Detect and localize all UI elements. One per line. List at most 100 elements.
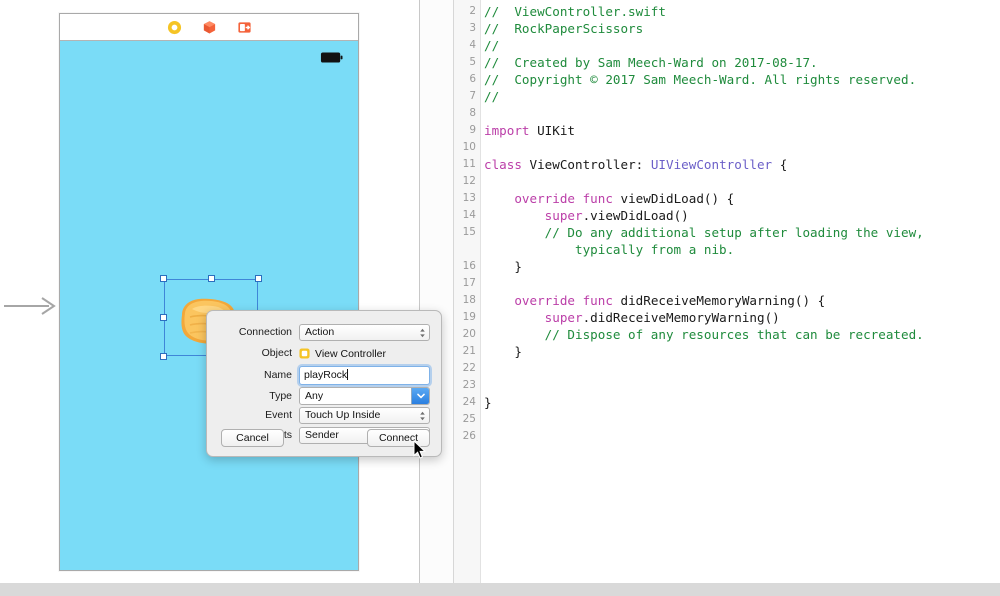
view-controller-scene[interactable] bbox=[59, 13, 359, 571]
resize-handle-bottom-left[interactable] bbox=[160, 353, 167, 360]
code-line-text: override func didReceiveMemoryWarning() … bbox=[484, 292, 825, 309]
code-token: override func bbox=[514, 191, 613, 206]
code-line: 19 super.didReceiveMemoryWarning() bbox=[454, 309, 1000, 326]
line-number: 6 bbox=[469, 73, 476, 85]
name-input[interactable]: playRock bbox=[299, 365, 430, 385]
row-object: Object View Controller bbox=[207, 345, 441, 362]
line-number: 22 bbox=[462, 362, 476, 374]
cancel-button[interactable]: Cancel bbox=[221, 429, 284, 447]
type-combobox[interactable]: Any bbox=[299, 387, 430, 405]
xcode-window: Connection Action Object View Controller… bbox=[0, 0, 1000, 596]
code-line: 24} bbox=[454, 394, 1000, 411]
row-event: Event Touch Up Inside bbox=[207, 407, 441, 424]
line-number: 11 bbox=[462, 158, 476, 170]
code-line-text: // ViewController.swift bbox=[484, 3, 666, 20]
code-token: // Created by Sam Meech-Ward on 2017-08-… bbox=[484, 55, 818, 70]
code-line: 11 class ViewController: UIViewController… bbox=[454, 156, 1000, 173]
line-number: 21 bbox=[462, 345, 476, 357]
line-number: 4 bbox=[469, 39, 476, 51]
code-line-text: } bbox=[484, 258, 522, 275]
code-line: 13 override func viewDidLoad() { bbox=[454, 190, 1000, 207]
window-bottom-bar bbox=[0, 583, 1000, 596]
text-caret bbox=[347, 368, 349, 380]
line-number: 15 bbox=[462, 226, 476, 238]
code-token: { bbox=[772, 157, 788, 172]
code-line: 21 } bbox=[454, 343, 1000, 360]
initial-view-controller-arrow bbox=[4, 297, 56, 315]
code-line-text: class ViewController: UIViewController { bbox=[484, 156, 787, 173]
code-line-text: } bbox=[484, 394, 492, 411]
code-token: // Do any additional setup after loading… bbox=[544, 225, 924, 257]
code-token: // Copyright © 2017 Sam Meech-Ward. All … bbox=[484, 72, 917, 87]
connection-select[interactable]: Action bbox=[299, 324, 430, 341]
row-name: Name playRock bbox=[207, 365, 441, 385]
code-line-text: } bbox=[484, 343, 522, 360]
arguments-value: Sender bbox=[305, 429, 339, 441]
code-token: ViewController: bbox=[521, 157, 651, 172]
code-line-text: // Copyright © 2017 Sam Meech-Ward. All … bbox=[484, 71, 916, 88]
code-token: viewDidLoad() { bbox=[612, 191, 735, 206]
name-input-value: playRock bbox=[304, 368, 348, 381]
exit-dock-icon[interactable] bbox=[237, 20, 252, 35]
type-dropdown-button[interactable] bbox=[411, 388, 429, 404]
code-line: 2 // ViewController.swift bbox=[454, 3, 1000, 20]
line-number: 20 bbox=[462, 328, 476, 340]
connection-popover[interactable]: Connection Action Object View Controller… bbox=[206, 310, 442, 457]
interface-builder-canvas[interactable] bbox=[0, 0, 420, 583]
line-number: 23 bbox=[462, 379, 476, 391]
line-number: 10 bbox=[462, 141, 476, 153]
code-line: 22 bbox=[454, 360, 1000, 377]
code-token: // RockPaperScissors bbox=[484, 21, 644, 36]
code-line: 26 bbox=[454, 428, 1000, 445]
connect-button[interactable]: Connect bbox=[367, 429, 430, 447]
view-controller-icon bbox=[299, 348, 310, 359]
type-value: Any bbox=[305, 390, 324, 402]
code-line: 23 bbox=[454, 377, 1000, 394]
resize-handle-middle-left[interactable] bbox=[160, 314, 167, 321]
view-controller-dock-icon[interactable] bbox=[167, 20, 182, 35]
code-line-text: super.didReceiveMemoryWarning() bbox=[484, 309, 780, 326]
code-line-text: // Dispose of any resources that can be … bbox=[484, 326, 924, 343]
event-select[interactable]: Touch Up Inside bbox=[299, 407, 430, 424]
stepper-icon bbox=[420, 328, 425, 337]
line-number: 24 bbox=[462, 396, 476, 408]
code-line-text: // bbox=[484, 88, 499, 105]
code-line: 9 import UIKit bbox=[454, 122, 1000, 139]
code-line: 5 // Created by Sam Meech-Ward on 2017-08… bbox=[454, 54, 1000, 71]
code-line: 16 } bbox=[454, 258, 1000, 275]
label-name: Name bbox=[263, 368, 292, 381]
editor-gap bbox=[420, 0, 454, 583]
row-connection: Connection Action bbox=[207, 324, 441, 341]
first-responder-dock-icon[interactable] bbox=[202, 20, 217, 35]
source-editor[interactable]: 2 // ViewController.swift 3 // RockPaperSci… bbox=[454, 0, 1000, 583]
object-value-row[interactable]: View Controller bbox=[299, 348, 430, 360]
line-number: 14 bbox=[462, 209, 476, 221]
code-line-text: super.viewDidLoad() bbox=[484, 207, 689, 224]
code-content[interactable]: 2 // ViewController.swift 3 // RockPaperSci… bbox=[454, 0, 1000, 583]
code-token: class bbox=[484, 157, 522, 172]
code-line: 18 override func didReceiveMemoryWarning… bbox=[454, 292, 1000, 309]
resize-handle-top-right[interactable] bbox=[255, 275, 262, 282]
line-number: 18 bbox=[462, 294, 476, 306]
code-token: // Dispose of any resources that can be … bbox=[484, 327, 924, 342]
code-token: super bbox=[544, 310, 583, 325]
device-screen[interactable] bbox=[60, 41, 358, 570]
connection-value: Action bbox=[305, 326, 335, 338]
code-line: 8 bbox=[454, 105, 1000, 122]
line-number: 26 bbox=[462, 430, 476, 442]
resize-handle-top-left[interactable] bbox=[160, 275, 167, 282]
code-token: UIViewController bbox=[650, 157, 773, 172]
label-type: Type bbox=[269, 389, 292, 402]
stepper-icon bbox=[420, 411, 425, 420]
line-number: 16 bbox=[462, 260, 476, 272]
code-token: super bbox=[544, 208, 583, 223]
code-line-text: override func viewDidLoad() { bbox=[484, 190, 734, 207]
resize-handle-top-center[interactable] bbox=[207, 275, 215, 282]
code-token: .viewDidLoad() bbox=[582, 208, 689, 223]
event-value: Touch Up Inside bbox=[305, 409, 381, 421]
object-value: View Controller bbox=[315, 347, 387, 360]
code-token: // bbox=[484, 38, 500, 53]
code-line: 6 // Copyright © 2017 Sam Meech-Ward. All… bbox=[454, 71, 1000, 88]
